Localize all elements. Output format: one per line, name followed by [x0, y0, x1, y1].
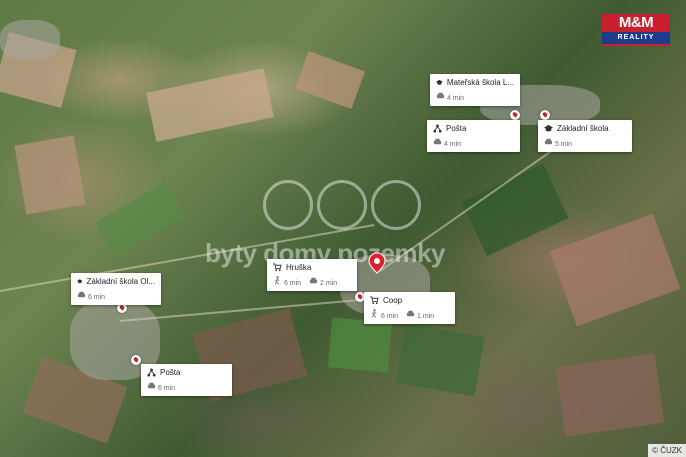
post-office-icon [433, 124, 442, 133]
poi-walk-time: 6 min [380, 313, 399, 320]
poi-label[interactable]: Hruška 6 min 2 min [267, 259, 357, 291]
school-icon [544, 124, 553, 132]
field-patch [555, 353, 665, 437]
poi-label[interactable]: Pošta 4 min [427, 120, 520, 152]
poi-title: Pošta [446, 124, 467, 133]
poi-walk-time: 6 min [283, 280, 302, 287]
school-icon [436, 79, 443, 85]
poi-car-time: 4 min [443, 141, 462, 148]
poi-car-time: 4 min [446, 95, 465, 102]
poi-car-time: 2 min [320, 280, 338, 287]
shop-cart-icon [273, 263, 282, 272]
watermark-circle [371, 180, 421, 230]
property-location-marker-icon[interactable] [366, 252, 388, 274]
village-area [0, 20, 60, 60]
poi-label[interactable]: Coop 6 min 1 min [364, 292, 455, 324]
walk-icon [371, 309, 377, 318]
poi-label[interactable]: Pošta 6 min [141, 364, 232, 396]
field-patch [327, 317, 393, 373]
poi-pin[interactable] [540, 110, 550, 120]
field-patch [395, 323, 485, 397]
poi-pin[interactable] [510, 110, 520, 120]
school-icon [77, 279, 83, 284]
post-office-icon [147, 368, 156, 377]
car-icon [433, 138, 442, 145]
field-patch [549, 213, 681, 327]
car-icon [436, 92, 445, 99]
watermark-circle [317, 180, 367, 230]
poi-label[interactable]: Základní škola 5 min [538, 120, 632, 152]
car-icon [77, 291, 86, 298]
poi-car-time: 1 min [417, 313, 435, 320]
car-icon [309, 277, 318, 284]
poi-label[interactable]: Základní škola Ol... 6 min [71, 273, 161, 305]
shop-cart-icon [370, 296, 379, 305]
poi-title: Základní škola [557, 124, 609, 133]
logo-sub: REALITY [602, 32, 670, 44]
poi-title: Mateřská škola L... [446, 78, 514, 87]
car-icon [406, 310, 415, 317]
satellite-map[interactable]: byty domy pozemky M&M REALITY Mateřská š… [0, 0, 686, 457]
watermark-circle [263, 180, 313, 230]
field-patch [14, 135, 86, 215]
field-patch [146, 68, 274, 142]
poi-title: Hruška [286, 263, 312, 272]
map-copyright: © ČUZK [648, 444, 686, 457]
logo-main: M&M [618, 14, 654, 31]
poi-title: Coop [383, 296, 403, 305]
car-icon [147, 382, 156, 389]
poi-car-time: 5 min [554, 141, 573, 148]
poi-label[interactable]: Mateřská škola L... 4 min [430, 74, 520, 106]
poi-car-time: 6 min [87, 294, 106, 301]
poi-car-time: 6 min [157, 385, 176, 392]
brand-logo: M&M REALITY [602, 14, 670, 46]
poi-pin[interactable] [131, 355, 141, 365]
field-patch [95, 182, 185, 258]
walk-icon [274, 276, 280, 285]
field-patch [294, 50, 366, 110]
watermark: byty domy pozemky [205, 180, 480, 270]
poi-title: Pošta [160, 368, 181, 377]
poi-title: Základní škola Ol... [86, 277, 155, 286]
car-icon [544, 138, 553, 145]
